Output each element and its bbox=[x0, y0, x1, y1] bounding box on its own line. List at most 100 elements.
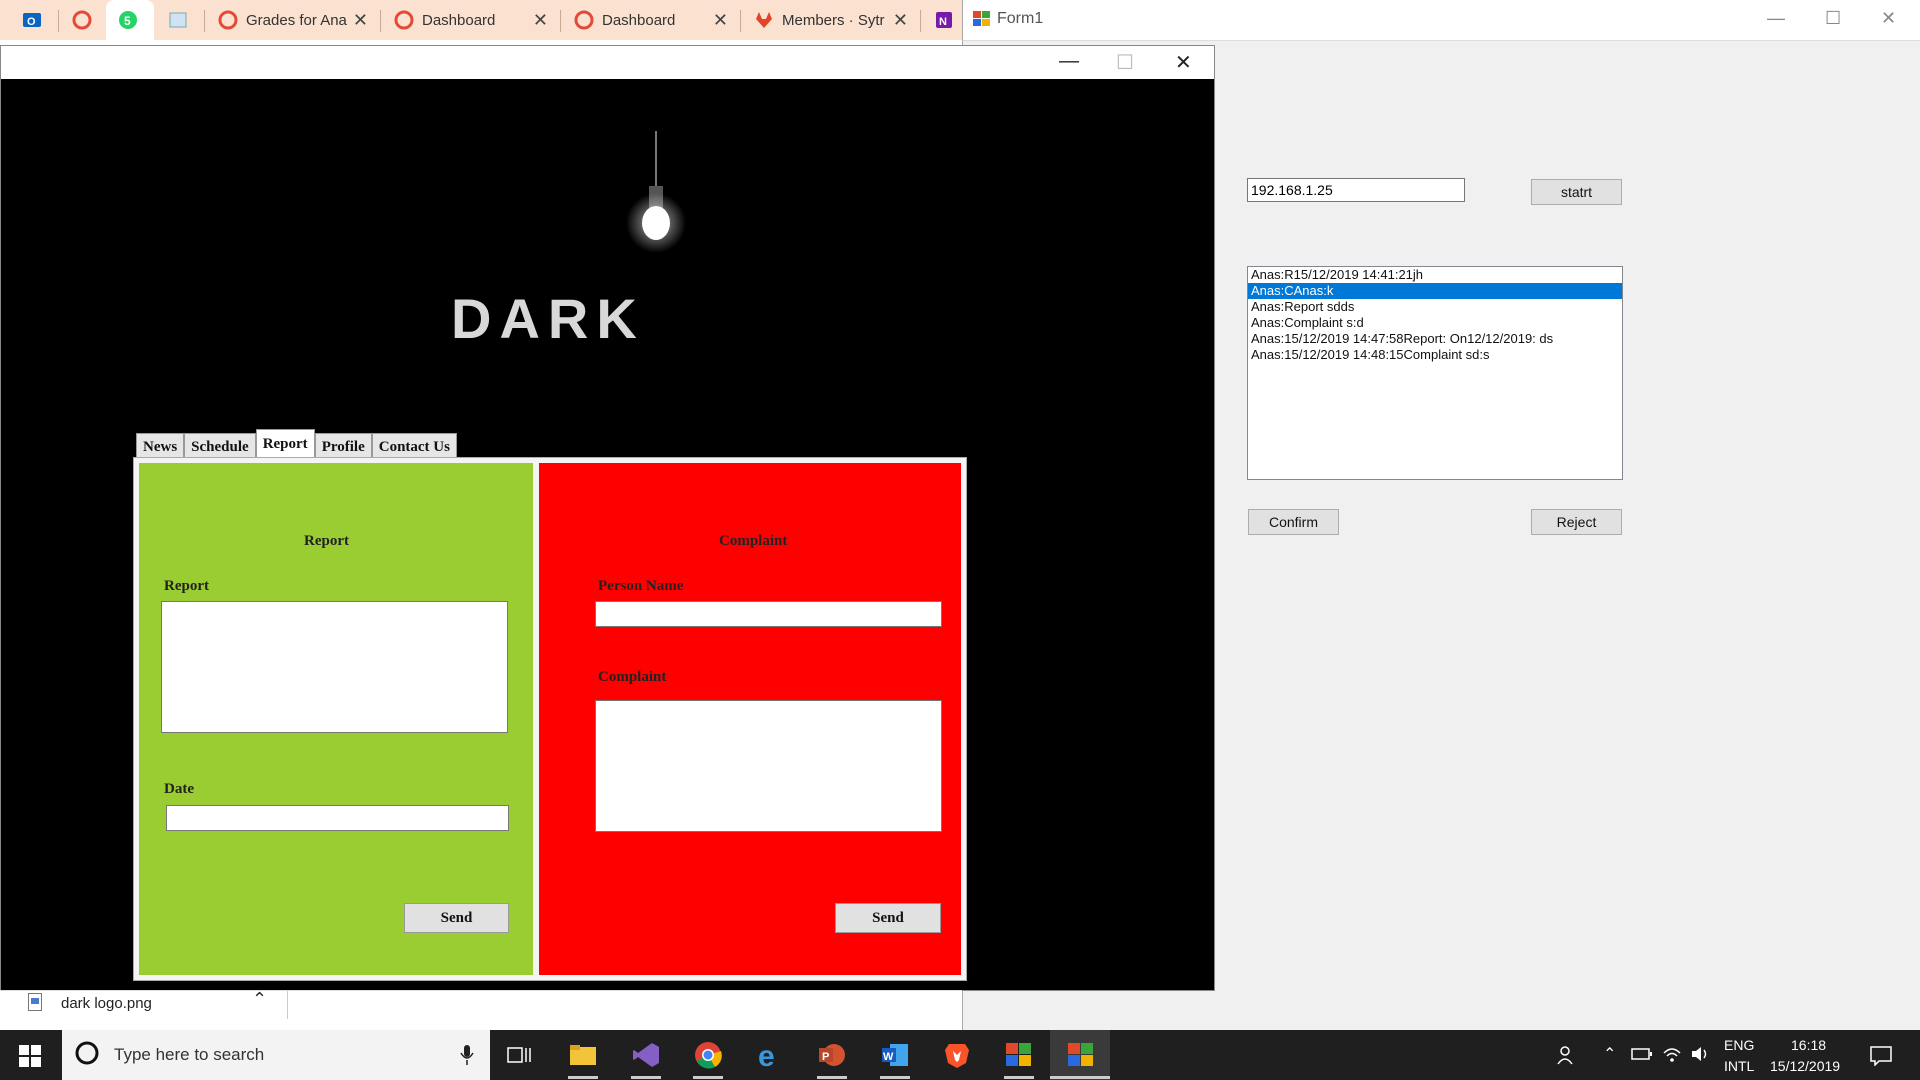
maximize-icon[interactable]: ☐ bbox=[1825, 8, 1841, 29]
message-list[interactable]: Anas:R15/12/2019 14:41:21jh Anas:CAnas:k… bbox=[1247, 266, 1623, 480]
report-textarea[interactable] bbox=[161, 601, 508, 733]
close-icon[interactable]: ✕ bbox=[533, 10, 548, 31]
start-button[interactable]: statrt bbox=[1531, 179, 1622, 205]
date-label: Date bbox=[164, 781, 194, 797]
clock-date[interactable]: 15/12/2019 bbox=[1770, 1058, 1840, 1074]
volume-icon[interactable] bbox=[1690, 1045, 1712, 1066]
complaint-send-button[interactable]: Send bbox=[835, 903, 941, 933]
tab-whatsapp[interactable]: 5 bbox=[106, 0, 154, 40]
download-filename[interactable]: dark logo.png bbox=[61, 995, 152, 1012]
person-name-label: Person Name bbox=[598, 578, 684, 594]
person-name-input[interactable] bbox=[595, 601, 942, 627]
whatsapp-icon: 5 bbox=[118, 10, 138, 30]
list-item[interactable]: Anas:Report sdds bbox=[1248, 299, 1622, 315]
powerpoint-icon[interactable]: P bbox=[817, 1040, 847, 1070]
window-title: Form1 bbox=[997, 10, 1044, 27]
browser-tab-strip: O 5 Grades for Ana ✕ Dashboard ✕ Dashboa… bbox=[0, 0, 962, 40]
image-icon bbox=[168, 10, 188, 30]
date-input[interactable] bbox=[166, 805, 509, 831]
language-bottom[interactable]: INTL bbox=[1724, 1058, 1754, 1074]
tab-title: Members · Sytr bbox=[782, 11, 885, 29]
people-icon[interactable] bbox=[1556, 1044, 1578, 1069]
chevron-up-icon[interactable]: ⌃ bbox=[252, 989, 267, 1010]
winforms-app-icon[interactable] bbox=[1004, 1040, 1034, 1070]
svg-text:W: W bbox=[883, 1051, 894, 1063]
tab-dashboard-1[interactable]: Dashboard ✕ bbox=[382, 0, 558, 40]
chrome-icon[interactable] bbox=[693, 1040, 723, 1070]
tab-profile[interactable]: Profile bbox=[314, 433, 372, 460]
report-panel: Report Report Date Send bbox=[139, 463, 533, 975]
close-icon[interactable]: ✕ bbox=[1175, 50, 1192, 75]
complaint-textarea[interactable] bbox=[595, 700, 942, 832]
close-icon[interactable]: ✕ bbox=[1881, 8, 1896, 29]
tab-moodle[interactable] bbox=[60, 0, 104, 40]
svg-text:N: N bbox=[939, 16, 947, 28]
complaint-panel: Complaint Person Name Complaint Send bbox=[539, 463, 961, 975]
tab-dashboard-2[interactable]: Dashboard ✕ bbox=[562, 0, 738, 40]
report-send-button[interactable]: Send bbox=[404, 903, 509, 933]
onenote-icon: N bbox=[934, 10, 954, 30]
dark-logo: DARK bbox=[451, 287, 645, 350]
battery-icon[interactable] bbox=[1631, 1047, 1653, 1064]
word-icon[interactable]: W bbox=[880, 1040, 910, 1070]
minimize-icon[interactable]: — bbox=[1767, 8, 1785, 29]
lightbulb-icon bbox=[621, 131, 691, 266]
tab-schedule[interactable]: Schedule bbox=[184, 433, 256, 460]
microphone-icon[interactable] bbox=[460, 1044, 474, 1071]
wifi-icon[interactable] bbox=[1662, 1045, 1682, 1066]
report-label: Report bbox=[164, 578, 209, 594]
list-item[interactable]: Anas:15/12/2019 14:47:58Report: On12/12/… bbox=[1248, 331, 1622, 347]
moodle-icon bbox=[72, 10, 92, 30]
svg-text:O: O bbox=[27, 16, 36, 28]
taskbar: Type here to search e P W ⌃ ENG INTL 16:… bbox=[0, 1030, 1920, 1080]
tab-news[interactable]: News bbox=[136, 433, 185, 460]
close-icon[interactable]: ✕ bbox=[353, 10, 368, 31]
app-icon bbox=[973, 11, 991, 32]
svg-text:P: P bbox=[822, 1051, 829, 1063]
windows-start-icon[interactable] bbox=[19, 1045, 41, 1072]
chevron-up-icon[interactable]: ⌃ bbox=[1603, 1044, 1616, 1064]
complaint-label: Complaint bbox=[598, 669, 667, 685]
maximize-icon[interactable]: ☐ bbox=[1116, 50, 1134, 75]
winforms-app-icon-active[interactable] bbox=[1066, 1040, 1096, 1070]
gitlab-icon bbox=[754, 10, 774, 30]
tab-image[interactable] bbox=[156, 0, 202, 40]
close-icon[interactable]: ✕ bbox=[713, 10, 728, 31]
reject-button[interactable]: Reject bbox=[1531, 509, 1622, 535]
file-explorer-icon[interactable] bbox=[568, 1040, 598, 1070]
list-item[interactable]: Anas:Complaint s:d bbox=[1248, 315, 1622, 331]
tab-contact-us[interactable]: Contact Us bbox=[371, 433, 457, 460]
complaint-heading: Complaint bbox=[719, 533, 788, 549]
language-top[interactable]: ENG bbox=[1724, 1037, 1754, 1053]
moodle-icon bbox=[218, 10, 238, 30]
minimize-icon[interactable]: — bbox=[1059, 50, 1079, 73]
close-icon[interactable]: ✕ bbox=[893, 10, 908, 31]
list-item[interactable]: Anas:15/12/2019 14:48:15Complaint sd:s bbox=[1248, 347, 1622, 363]
notification-icon[interactable] bbox=[1870, 1046, 1892, 1069]
tab-outlook[interactable]: O bbox=[10, 0, 58, 40]
report-tab-page: Report Report Date Send Complaint Person… bbox=[133, 457, 967, 981]
edge-icon[interactable]: e bbox=[755, 1040, 785, 1070]
search-placeholder: Type here to search bbox=[114, 1045, 265, 1064]
tab-onenote[interactable]: N bbox=[922, 0, 962, 40]
svg-text:e: e bbox=[758, 1041, 775, 1069]
taskbar-search[interactable]: Type here to search bbox=[62, 1030, 490, 1080]
download-bar: dark logo.png ⌃ bbox=[0, 989, 962, 1031]
visual-studio-icon[interactable] bbox=[631, 1040, 661, 1070]
list-item[interactable]: Anas:R15/12/2019 14:41:21jh bbox=[1248, 267, 1622, 283]
tab-grades[interactable]: Grades for Ana ✕ bbox=[206, 0, 378, 40]
tab-report[interactable]: Report bbox=[255, 429, 315, 460]
tab-title: Dashboard bbox=[422, 11, 496, 29]
ip-input[interactable]: 192.168.1.25 bbox=[1247, 178, 1465, 202]
task-view-icon[interactable] bbox=[504, 1040, 534, 1070]
dark-app-window: — ☐ ✕ DARK News Schedule Report Profile … bbox=[0, 45, 1215, 991]
tab-title: Grades for Ana bbox=[246, 11, 347, 29]
clock-time[interactable]: 16:18 bbox=[1791, 1037, 1826, 1053]
moodle-icon bbox=[574, 10, 594, 30]
svg-text:5: 5 bbox=[124, 14, 131, 28]
moodle-icon bbox=[394, 10, 414, 30]
confirm-button[interactable]: Confirm bbox=[1248, 509, 1339, 535]
tab-members[interactable]: Members · Sytr ✕ bbox=[742, 0, 918, 40]
brave-icon[interactable] bbox=[942, 1040, 972, 1070]
list-item-selected[interactable]: Anas:CAnas:k bbox=[1248, 283, 1622, 299]
